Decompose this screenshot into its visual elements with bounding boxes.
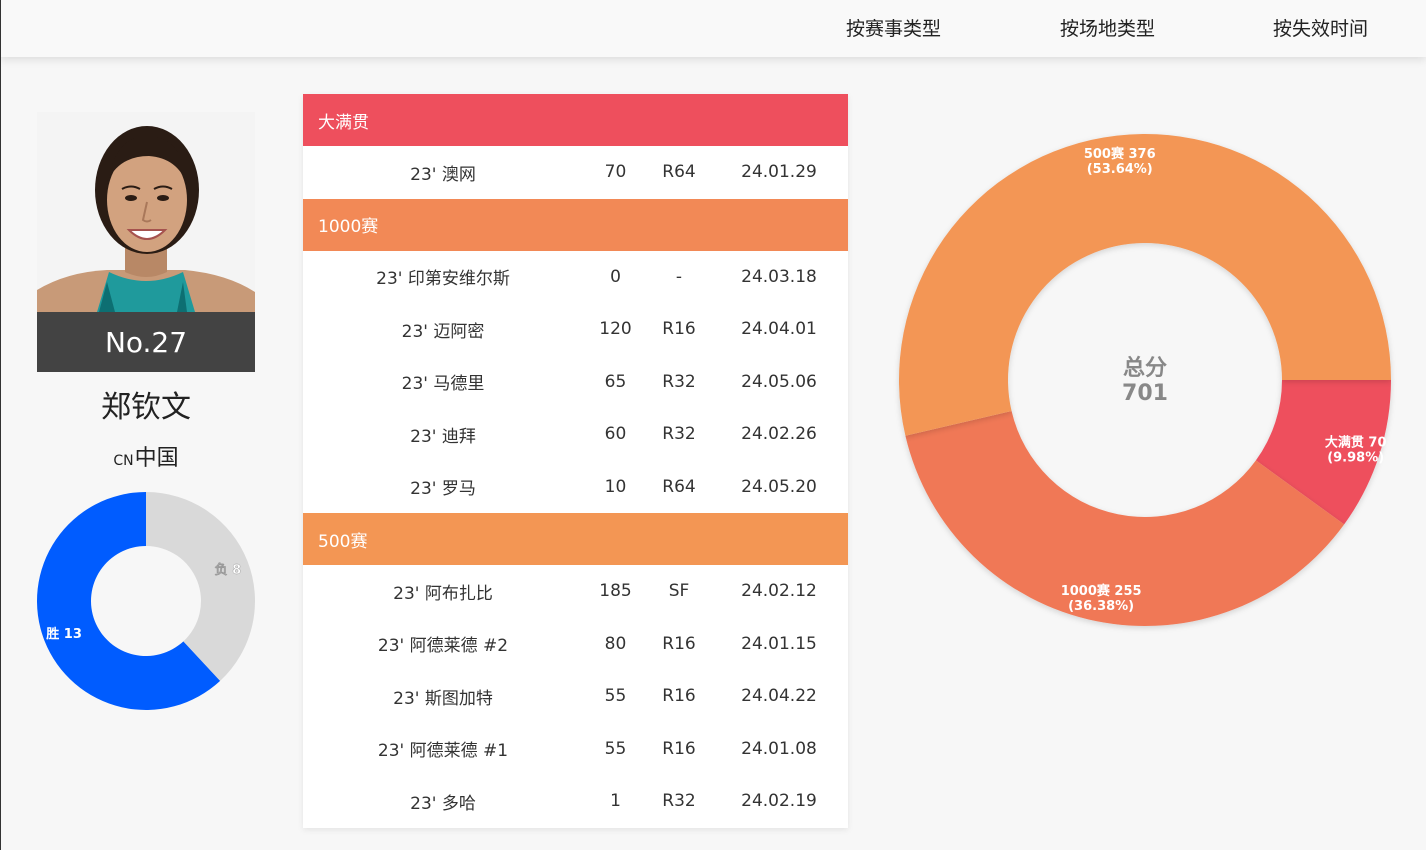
table-row[interactable]: 23' 阿德莱德 #2 80 R16 24.01.15 (303, 618, 848, 671)
table-row[interactable]: 23' 迈阿密 120 R16 24.04.01 (303, 303, 848, 356)
slice-label: 500赛 376 (1084, 146, 1156, 162)
expiry-date-cell: 24.01.08 (741, 738, 817, 759)
win-loss-donut-chart: 胜 13 负 8 (36, 492, 255, 710)
category-header: 大满贯 (303, 94, 848, 146)
round-cell: R16 (662, 633, 696, 654)
points-cell: 55 (604, 686, 627, 707)
points-cell: 60 (604, 424, 627, 445)
win-label: 胜 13 (46, 627, 82, 642)
points-cell: 10 (604, 476, 627, 497)
table-row[interactable]: 23' 阿布扎比 185 SF 24.02.12 (303, 565, 848, 618)
expiry-date-cell: 24.02.19 (741, 791, 817, 812)
slice-label: 大满贯 70 (1325, 434, 1387, 450)
event-name-cell: 23' 多哈 (410, 793, 476, 814)
category-header: 1000赛 (303, 198, 848, 251)
center-total: 701 (1122, 381, 1168, 406)
table-row[interactable]: 23' 印第安维尔斯 0 - 24.03.18 (303, 251, 848, 304)
expiry-date-cell: 24.04.01 (741, 319, 817, 340)
points-breakdown-donut-chart: 大满贯 70(9.98%) 1000赛 255(36.38%) 500赛 376(5… (899, 133, 1391, 626)
round-cell: SF (668, 581, 690, 602)
points-cell: 80 (604, 633, 627, 654)
loss-label: 负 8 (215, 562, 242, 578)
event-name-cell: 23' 斯图加特 (393, 688, 493, 709)
event-name-cell: 23' 阿德莱德 #2 (377, 636, 509, 657)
country-code: CN (113, 453, 134, 469)
slice-percent-label: (36.38%) (1068, 599, 1134, 614)
player-photo (37, 112, 255, 312)
round-cell: - (675, 266, 683, 287)
top-nav-bar: 按赛事类型 按场地类型 按失效时间 (0, 0, 1426, 57)
player-rank: No.27 (37, 312, 255, 372)
event-name-cell: 23' 澳网 (410, 164, 476, 185)
round-cell: R16 (662, 738, 696, 759)
nav-by-surface-type[interactable]: 按场地类型 (1060, 14, 1155, 41)
points-cell: 1 (610, 791, 621, 812)
round-cell: R64 (662, 162, 696, 183)
event-name-cell: 23' 阿德莱德 #1 (377, 741, 509, 762)
country-name: 中国 (134, 446, 179, 471)
round-cell: R16 (662, 686, 696, 707)
table-row[interactable]: 23' 斯图加特 55 R16 24.04.22 (303, 670, 848, 723)
event-name-cell: 23' 迪拜 (410, 426, 476, 447)
points-cell: 185 (599, 581, 632, 602)
window-edge (0, 0, 1, 850)
points-cell: 70 (604, 162, 627, 183)
round-cell: R64 (662, 476, 696, 497)
expiry-date-cell: 24.01.29 (741, 162, 817, 183)
nav-by-event-type[interactable]: 按赛事类型 (846, 14, 941, 41)
expiry-date-cell: 24.05.06 (741, 371, 817, 392)
table-row[interactable]: 23' 多哈 1 R32 24.02.19 (303, 775, 848, 828)
table-row[interactable]: 23' 罗马 10 R64 24.05.20 (303, 461, 848, 514)
points-cell: 65 (604, 371, 627, 392)
expiry-date-cell: 24.01.15 (741, 633, 817, 654)
event-name-cell: 23' 迈阿密 (401, 321, 485, 342)
expiry-date-cell: 24.04.22 (741, 686, 817, 707)
event-name-cell: 23' 马德里 (401, 374, 485, 395)
points-cell: 120 (599, 319, 632, 340)
table-row[interactable]: 23' 马德里 65 R32 24.05.06 (303, 356, 848, 409)
center-title: 总分 (1123, 355, 1167, 381)
table-row[interactable]: 23' 澳网 70 R64 24.01.29 (303, 146, 848, 199)
category-header: 500赛 (303, 513, 848, 565)
expiry-date-cell: 24.05.20 (741, 476, 817, 497)
table-row[interactable]: 23' 迪拜 60 R32 24.02.26 (303, 408, 848, 461)
event-name-cell: 23' 阿布扎比 (393, 583, 493, 604)
round-cell: R32 (662, 424, 696, 445)
event-name-cell: 23' 罗马 (410, 479, 476, 500)
loss-slice[interactable] (146, 492, 255, 681)
round-cell: R32 (662, 371, 696, 392)
event-name-cell: 23' 印第安维尔斯 (376, 269, 510, 290)
points-cell: 0 (610, 266, 621, 287)
nav-by-expiry-time[interactable]: 按失效时间 (1273, 14, 1368, 41)
round-cell: R16 (662, 319, 696, 340)
table-row[interactable]: 23' 阿德莱德 #1 55 R16 24.01.08 (303, 723, 848, 776)
player-name: 郑钦文 (101, 390, 191, 425)
round-cell: R32 (662, 791, 696, 812)
slice-label: 1000赛 255 (1061, 583, 1142, 599)
expiry-date-cell: 24.03.18 (741, 266, 817, 287)
expiry-date-cell: 24.02.12 (741, 581, 817, 602)
slice-percent-label: (9.98%) (1327, 450, 1384, 465)
expiry-date-cell: 24.02.26 (741, 424, 817, 445)
points-cell: 55 (604, 738, 627, 759)
slice-percent-label: (53.64%) (1087, 162, 1153, 177)
player-country: CN中国 (37, 440, 255, 472)
points-table: 大满贯 23' 澳网 70 R64 24.01.29 1000赛 23' 印第安维尔斯 0-2… (303, 94, 848, 828)
